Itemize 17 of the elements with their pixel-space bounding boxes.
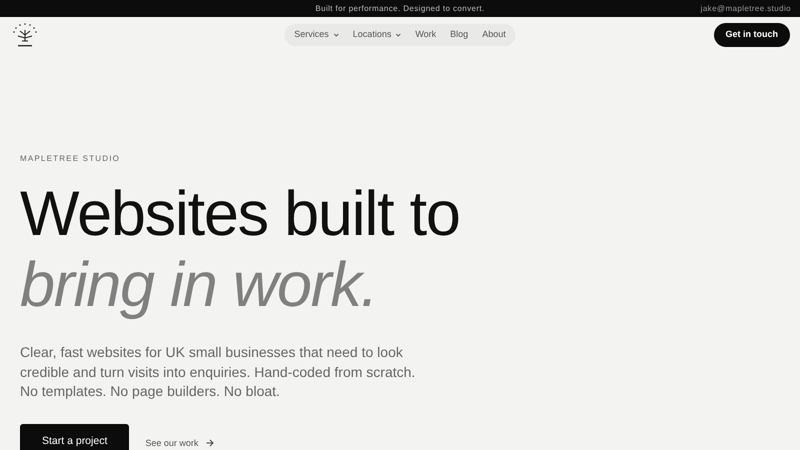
chevron-down-icon	[395, 33, 402, 37]
nav-link[interactable]: About	[482, 28, 506, 42]
eyebrow-label: MAPLETREE STUDIO	[20, 153, 122, 165]
nav-link[interactable]: Services	[294, 28, 339, 42]
hero-description: Clear, fast websites for UK small businesses that need to look credible and turn visits into enquiries. Hand-coded from scratch. No templates. No page builders. No bloat.	[20, 343, 416, 401]
hero-heading: Websites built to	[20, 183, 461, 246]
nav-link[interactable]: Work	[415, 28, 436, 42]
hero-heading-italic: bring in work.	[20, 254, 378, 317]
nav-link[interactable]: Blog	[450, 28, 468, 42]
email-link[interactable]: jake@mapletree.studio	[700, 0, 791, 17]
get-in-touch-button[interactable]: Get in touch	[714, 23, 790, 47]
see-work-link[interactable]: See our work	[145, 436, 214, 450]
nav-link[interactable]: Locations	[352, 28, 402, 42]
start-project-button[interactable]: Start a project	[20, 424, 130, 450]
chevron-down-icon	[332, 33, 339, 37]
tagline: Built for performance. Designed to convert.	[315, 3, 485, 15]
arrow-right-icon	[206, 439, 214, 448]
